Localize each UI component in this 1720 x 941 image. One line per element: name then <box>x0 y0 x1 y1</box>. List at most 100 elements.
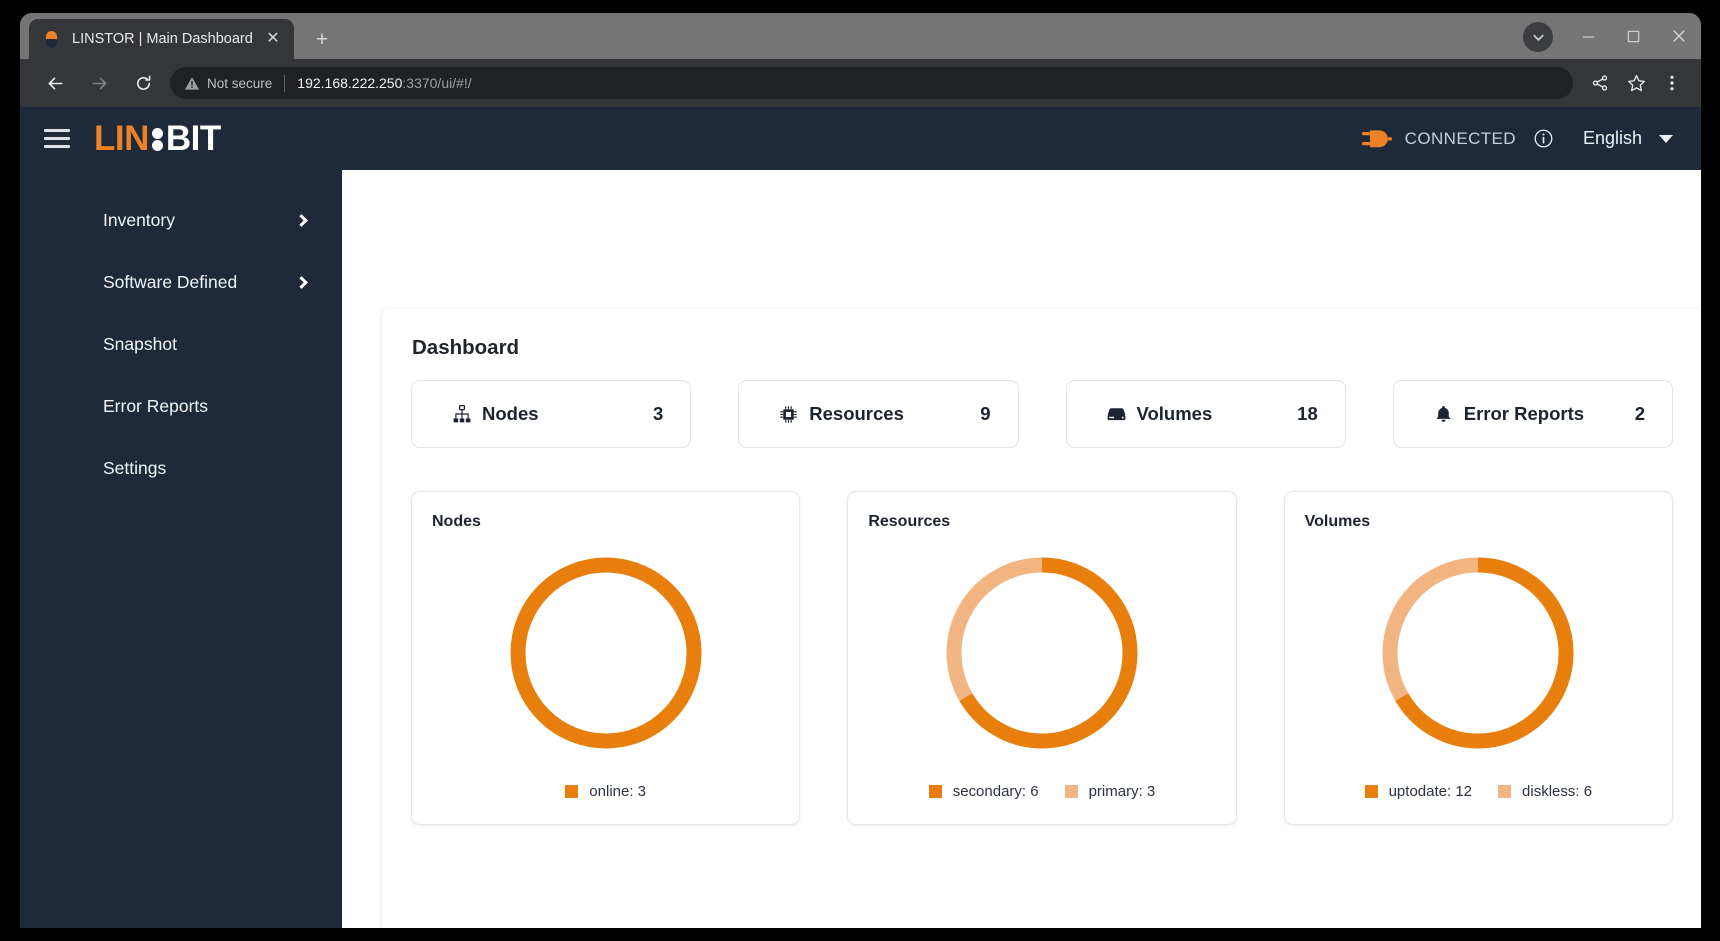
sidebar-nav: Inventory Software Defined Snapshot Erro… <box>20 170 342 499</box>
dashboard-panel: Dashboard Nodes 3 Resources 9 Volumes 18… <box>382 309 1701 928</box>
minimize-button[interactable] <box>1566 13 1611 59</box>
legend-entry-secondary[interactable]: secondary: 6 <box>928 783 1039 800</box>
info-circle-icon[interactable] <box>1534 129 1553 148</box>
legend-entry-uptodate[interactable]: uptodate: 12 <box>1364 783 1473 800</box>
back-arrow-icon[interactable] <box>38 66 72 100</box>
language-selector-label[interactable]: English <box>1583 128 1642 149</box>
chevron-down-icon[interactable] <box>1659 134 1673 143</box>
stat-card-value: 9 <box>980 403 991 424</box>
app-header: LIN BIT CONNECTED English <box>20 107 1701 170</box>
app-viewport: LIN BIT CONNECTED English Inventory Soft… <box>20 107 1701 928</box>
plug-icon <box>1361 127 1392 151</box>
chart-card-row: Nodes online: 3 Resources secondary: 6 pr… <box>411 491 1673 825</box>
sidebar-item-software-defined[interactable]: Software Defined <box>20 251 342 313</box>
chevron-right-icon <box>295 213 308 227</box>
reload-icon[interactable] <box>126 66 160 100</box>
sidebar-item-settings[interactable]: Settings <box>20 437 342 499</box>
page-title: Dashboard <box>412 336 520 359</box>
legend-label: online: 3 <box>589 783 647 800</box>
legend-label: secondary: 6 <box>952 783 1039 800</box>
chart-title: Resources <box>868 513 951 530</box>
address-bar[interactable]: Not secure 192.168.222.250 :3370/ui/#!/ <box>170 67 1573 99</box>
browser-toolbar: Not secure 192.168.222.250 :3370/ui/#!/ <box>20 59 1701 107</box>
chart-card-resources: Resources secondary: 6 primary: 3 <box>847 491 1237 825</box>
legend-swatch <box>1364 785 1378 798</box>
legend-swatch <box>928 785 942 798</box>
three-dot-menu-icon[interactable] <box>1655 66 1689 100</box>
stat-card-value: 18 <box>1297 403 1318 424</box>
browser-window: LINSTOR | Main Dashboard ✕ + Not secure … <box>20 13 1701 928</box>
chart-title: Nodes <box>432 513 481 530</box>
window-controls <box>1566 13 1701 59</box>
donut-chart-nodes[interactable] <box>501 548 711 758</box>
sidebar-item-inventory[interactable]: Inventory <box>20 189 342 251</box>
chart-legend: online: 3 <box>412 783 799 800</box>
sidebar-item-label: Software Defined <box>103 271 238 292</box>
omnibox-divider <box>284 74 286 92</box>
close-window-button[interactable] <box>1656 13 1701 59</box>
chip-icon <box>779 405 798 424</box>
legend-swatch <box>1064 785 1078 798</box>
stat-card-volumes[interactable]: Volumes 18 <box>1065 380 1346 448</box>
sidebar-item-label: Settings <box>103 457 167 478</box>
donut-chart-volumes[interactable] <box>1373 548 1583 758</box>
legend-entry-primary[interactable]: primary: 3 <box>1064 783 1155 800</box>
stat-card-resources[interactable]: Resources 9 <box>738 380 1019 448</box>
stat-card-value: 2 <box>1634 403 1645 424</box>
forward-arrow-icon <box>82 66 116 100</box>
legend-swatch <box>1498 785 1512 798</box>
share-icon[interactable] <box>1583 66 1617 100</box>
legend-swatch <box>565 785 579 798</box>
tab-strip: LINSTOR | Main Dashboard ✕ + <box>20 13 1701 59</box>
stat-card-nodes[interactable]: Nodes 3 <box>411 380 692 448</box>
donut-chart-resources[interactable] <box>937 548 1147 758</box>
chart-card-nodes: Nodes online: 3 <box>411 491 801 825</box>
stat-card-row: Nodes 3 Resources 9 Volumes 18 Error Rep… <box>411 380 1673 448</box>
linbit-logo: LIN BIT <box>94 119 221 159</box>
tab-search-icon[interactable] <box>1523 22 1553 52</box>
legend-label: uptodate: 12 <box>1388 783 1473 800</box>
maximize-button[interactable] <box>1611 13 1656 59</box>
logo-text-bit: BIT <box>165 118 221 158</box>
hard-drive-icon <box>1107 405 1126 424</box>
linbit-favicon <box>43 30 60 48</box>
sidebar-item-label: Inventory <box>103 209 175 230</box>
sidebar-item-error-reports[interactable]: Error Reports <box>20 375 342 437</box>
bell-icon <box>1434 405 1453 424</box>
sidebar-item-snapshot[interactable]: Snapshot <box>20 313 342 375</box>
chevron-right-icon <box>295 275 308 289</box>
warning-triangle-icon <box>184 76 200 91</box>
donut-segment-uptodate[interactable] <box>1395 557 1574 749</box>
stat-card-label: Volumes <box>1136 403 1213 424</box>
chart-legend: uptodate: 12 diskless: 6 <box>1285 783 1672 800</box>
donut-segment-primary[interactable] <box>946 557 1043 701</box>
logo-dot-mark <box>148 124 167 154</box>
chart-title: Volumes <box>1304 513 1371 530</box>
stat-card-value: 3 <box>652 403 664 424</box>
legend-entry-online[interactable]: online: 3 <box>565 783 646 800</box>
new-tab-button[interactable]: + <box>307 24 337 54</box>
header-right-group: CONNECTED English <box>1361 127 1701 151</box>
stat-card-label: Error Reports <box>1463 403 1585 424</box>
tab-title: LINSTOR | Main Dashboard <box>72 31 253 47</box>
donut-segment-online[interactable] <box>510 557 702 749</box>
url-path: :3370/ui/#!/ <box>402 75 472 91</box>
chart-legend: secondary: 6 primary: 3 <box>848 783 1235 800</box>
star-icon[interactable] <box>1619 66 1653 100</box>
chart-card-volumes: Volumes uptodate: 12 diskless: 6 <box>1283 491 1673 825</box>
url-host: 192.168.222.250 <box>297 75 403 91</box>
security-status-label: Not secure <box>207 75 273 91</box>
stat-card-label: Resources <box>809 403 904 424</box>
browser-tab[interactable]: LINSTOR | Main Dashboard ✕ <box>29 19 294 59</box>
stat-card-error-reports[interactable]: Error Reports 2 <box>1392 380 1673 448</box>
stat-card-label: Nodes <box>482 403 539 424</box>
legend-label: diskless: 6 <box>1522 783 1593 800</box>
donut-segment-diskless[interactable] <box>1382 557 1479 701</box>
connection-status-label: CONNECTED <box>1404 128 1516 148</box>
donut-segment-secondary[interactable] <box>959 557 1138 749</box>
hamburger-menu-icon[interactable] <box>44 129 70 148</box>
legend-entry-diskless[interactable]: diskless: 6 <box>1498 783 1592 800</box>
logo-text-lin: LIN <box>94 118 149 158</box>
close-tab-button[interactable]: ✕ <box>262 28 284 50</box>
sidebar-item-label: Error Reports <box>103 395 209 416</box>
